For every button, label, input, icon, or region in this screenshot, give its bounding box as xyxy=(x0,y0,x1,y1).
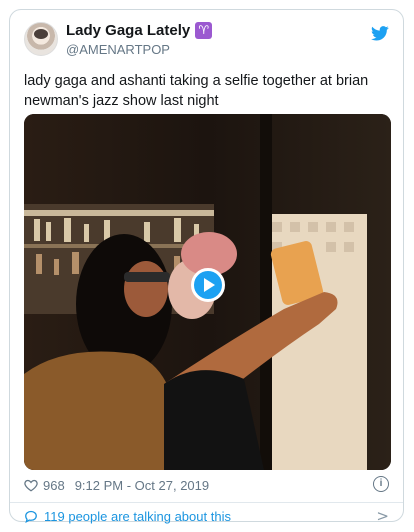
twitter-bird-icon[interactable] xyxy=(371,26,389,41)
play-button[interactable] xyxy=(190,268,225,302)
tweet-header: Lady Gaga Lately ♈ @AMENARTPOP xyxy=(24,20,389,64)
display-name[interactable]: Lady Gaga Lately xyxy=(66,22,190,39)
conversation-link[interactable]: 119 people are talking about this > xyxy=(24,506,389,526)
heart-icon[interactable] xyxy=(24,479,38,492)
timestamp[interactable]: 9:12 PM - Oct 27, 2019 xyxy=(75,478,209,493)
tweet-card: Lady Gaga Lately ♈ @AMENARTPOP lady gaga… xyxy=(9,9,404,525)
comment-bubble-icon xyxy=(25,510,37,523)
like-count[interactable]: 968 xyxy=(43,478,65,493)
tweet-meta: 968 9:12 PM - Oct 27, 2019 i xyxy=(24,476,389,494)
avatar[interactable] xyxy=(24,22,58,56)
name-line: Lady Gaga Lately ♈ xyxy=(66,22,213,39)
handle[interactable]: @AMENARTPOP xyxy=(66,42,170,57)
info-icon[interactable]: i xyxy=(373,476,389,492)
divider xyxy=(10,502,403,503)
chevron-right-icon[interactable]: > xyxy=(376,507,389,525)
aries-emoji-icon: ♈ xyxy=(195,22,213,39)
tweet-text: lady gaga and ashanti taking a selfie to… xyxy=(24,73,369,109)
talking-label: 119 people are talking about this xyxy=(44,508,231,524)
video-media[interactable] xyxy=(24,114,391,470)
